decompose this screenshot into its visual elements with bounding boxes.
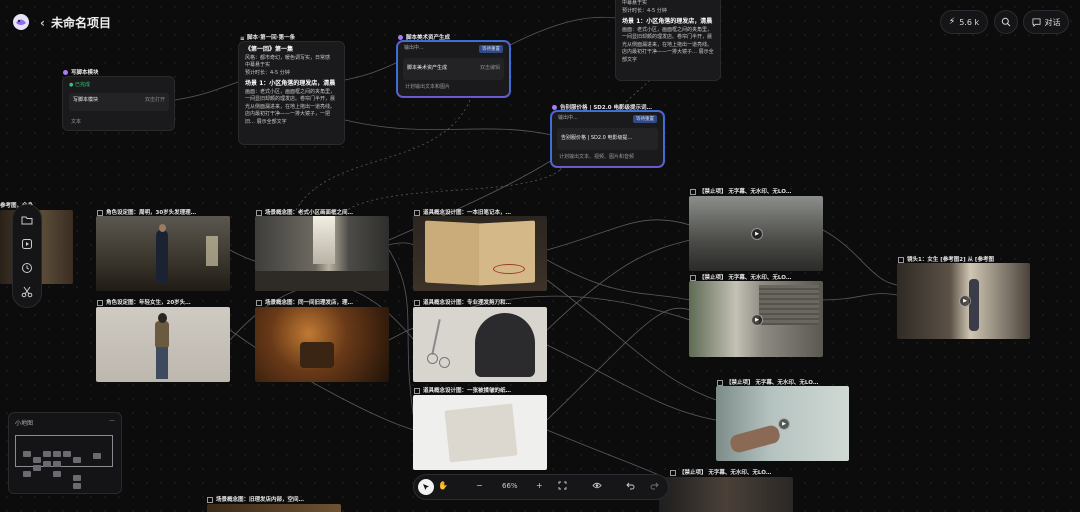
image-character-1[interactable] — [96, 216, 230, 291]
undo-icon[interactable] — [626, 481, 635, 492]
video-label: 【禁止项】 无字幕、无水印、无LO… — [690, 187, 791, 195]
inner-hint: 双击编辑 — [479, 65, 500, 71]
video-label: 【禁止项】 无字幕、无水印、无LO… — [690, 273, 791, 281]
chevron-left-icon[interactable]: ‹ — [40, 16, 45, 30]
image-label: 道具概念设计图：一张被揉皱的纸… — [414, 386, 511, 394]
script-body: 画面：老式小区，画面框之间的夹角里，一间显旧却颇的理发店。卷帘门半开，晨光从侧面… — [245, 88, 336, 125]
node-write-script[interactable]: ● 已完成 写脚本模块 双击打开 文本 — [62, 76, 175, 131]
zoom-level[interactable]: 66% — [502, 482, 518, 490]
node-script-ep1[interactable]: 《第一回》第一集 风格：都市奇幻，暖色调写实，日常感 中幕悬于实 预计时长：4-… — [238, 41, 345, 145]
history-icon[interactable] — [20, 261, 34, 275]
video-label: 【禁止项】 无字幕、无水印、无LO… — [717, 378, 818, 386]
node-label-write-script: 写脚本模块 — [63, 68, 99, 76]
script-body: 画面：老式小区，画面框之间的夹角里，一间显旧却颇的理发店。卷帘门半开，晨光从侧面… — [622, 26, 714, 63]
chat-button[interactable]: 对话 — [1023, 10, 1069, 34]
image-character-2[interactable] — [96, 307, 230, 382]
image-label: 道具概念设计图：专业理发剪刀和… — [414, 298, 511, 306]
inner-label: 写脚本模块 — [73, 97, 99, 103]
scene-heading: 场景 1：小区角落的理发店，清晨 — [622, 18, 713, 25]
image-label: 角色设定图：年轻女生，20岁头… — [97, 298, 191, 306]
image-label: 场景概念图：老式小区画面框之间… — [256, 208, 353, 216]
node-label-art-gen: 脚本美术资产生成 — [398, 33, 450, 41]
zoom-in-button[interactable]: + — [536, 481, 543, 490]
search-button[interactable] — [994, 10, 1018, 34]
node-label-storyboard: 告别服价格 | SD2.0 电影级提示词… — [552, 103, 652, 111]
play-icon[interactable]: ▶ — [751, 228, 763, 240]
zoom-out-button[interactable]: − — [476, 481, 483, 490]
scissors-icon[interactable] — [20, 285, 34, 299]
image-label: 场景概念图：旧理发店内部，空间… — [207, 495, 304, 503]
node-script-preview[interactable]: 中幕悬于实 预计时长：4-5 分钟 场景 1：小区角落的理发店，清晨 画面：老式… — [615, 0, 721, 81]
play-icon[interactable]: ▶ — [778, 418, 790, 430]
reset-badge[interactable]: 等待重置 — [633, 115, 657, 123]
minimap-title: 小地图 — [15, 420, 34, 427]
select-tool-button[interactable] — [418, 479, 434, 495]
lightning-icon: ⚡ — [948, 17, 956, 27]
node-tag: 输出中... — [404, 45, 424, 51]
image-label: 场景概念图：同一间旧理发店，理… — [256, 298, 353, 306]
script-line: 风格：都市奇幻，暖色调写实，日常感 — [245, 54, 331, 61]
node-label-script-ep1: ≡ 脚本·第一回·第一条 — [240, 35, 296, 42]
image-label: 角色设定图：周明，30岁头发理理… — [97, 208, 196, 216]
script-line: 预计时长：4-5 分钟 — [622, 7, 667, 14]
inner-label: 告别服价格 | SD2.0 电影级提… — [561, 135, 633, 141]
image-prop-scissors[interactable] — [413, 307, 547, 382]
cursor-icon — [423, 484, 429, 490]
chat-bubble-icon — [1031, 17, 1041, 27]
script-line: 中幕悬于实 — [622, 0, 648, 6]
app-logo-icon[interactable] — [12, 13, 30, 31]
script-line: 预计时长：4-5 分钟 — [245, 69, 290, 76]
play-icon[interactable]: ▶ — [751, 314, 763, 326]
search-icon — [1001, 17, 1011, 27]
video-shot-2[interactable]: ▶ — [689, 281, 823, 357]
video-shot-3[interactable]: ▶ — [716, 386, 849, 461]
inner-hint: 双击打开 — [144, 97, 165, 103]
minimap[interactable]: 小地图 — — [8, 412, 122, 494]
video-label: 镜头1：女生 [参考图2] 从 [参考图 — [898, 255, 994, 263]
node-storyboard-gen[interactable]: 输出中... 等待重置 告别服价格 | SD2.0 电影级提… 计划输出文本、视… — [551, 111, 664, 167]
status-badge: ● 已完成 — [69, 82, 90, 88]
image-label: 道具概念设计图：一本旧笔记本，… — [414, 208, 511, 216]
eye-icon[interactable] — [592, 481, 602, 492]
node-art-gen[interactable]: 输出中... 等待重置 脚本美术资产生成 双击编辑 计划输出文本和图片 — [397, 41, 510, 97]
play-icon[interactable]: ▶ — [959, 295, 971, 307]
script-line: 中幕悬于实 — [245, 62, 271, 68]
node-footer: 计划输出文本和图片 — [405, 84, 451, 90]
folder-icon[interactable] — [20, 213, 34, 227]
scene-heading: 场景 1：小区角落的理发店，清晨 — [245, 80, 336, 87]
media-icon[interactable] — [20, 237, 34, 251]
video-label: 【禁止项】 无字幕、无水印、无LO… — [670, 468, 771, 476]
node-footer: 文本 — [71, 119, 82, 125]
left-toolbar — [12, 204, 42, 308]
bottom-toolbar: ✋ − 66% + — [413, 474, 669, 500]
image-prop-notebook[interactable] — [413, 216, 547, 291]
redo-icon[interactable] — [650, 481, 659, 492]
reset-badge[interactable]: 等待重置 — [479, 45, 503, 53]
hand-tool-icon[interactable]: ✋ — [438, 481, 448, 490]
video-shot-4[interactable] — [659, 477, 793, 512]
node-tag: 输出中... — [558, 115, 578, 121]
credits-button[interactable]: ⚡ 5.6 k — [940, 10, 988, 34]
video-shot-1[interactable]: ▶ — [689, 196, 823, 271]
node-footer: 计划输出文本、视频、图片和音频 — [559, 154, 635, 160]
image-scene-1[interactable] — [255, 216, 389, 291]
inner-label: 脚本美术资产生成 — [407, 65, 448, 71]
script-heading: 《第一回》第一集 — [245, 46, 294, 53]
project-title[interactable]: ‹ 未命名项目 — [40, 14, 111, 31]
video-shot-right[interactable]: ▶ — [897, 263, 1030, 339]
minimize-icon[interactable]: — — [109, 417, 115, 424]
image-scene-3[interactable] — [207, 504, 341, 512]
image-prop-paper[interactable] — [413, 395, 547, 470]
image-scene-2[interactable] — [255, 307, 389, 382]
canvas[interactable]: ‹ 未命名项目 ⚡ 5.6 k 对话 写脚本模块 ● 已完成 写脚本模块 双击打… — [0, 0, 1080, 512]
fit-view-icon[interactable] — [558, 481, 567, 492]
